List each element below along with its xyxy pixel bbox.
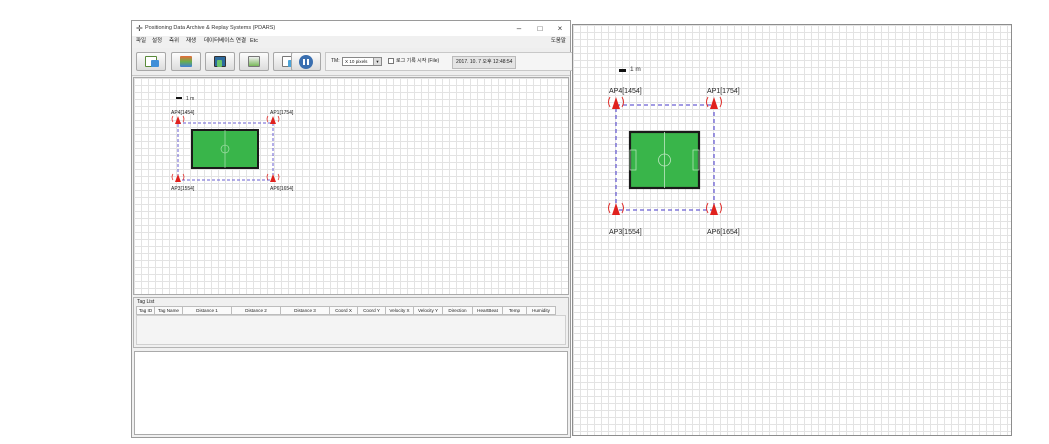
menu-positioning[interactable]: 측위 (169, 36, 179, 47)
menu-bar: 파일 설정 측위 재생 데이터베이스 연결 Etc 도움말 (132, 36, 570, 47)
col-direction[interactable]: Direction (443, 306, 473, 315)
wifi-antenna-icon (175, 116, 181, 124)
ap-label: AP6[1654] (707, 229, 740, 236)
scale-label: 1 m (186, 96, 194, 102)
col-temp[interactable]: Temp (503, 306, 527, 315)
wifi-antenna-icon (612, 97, 620, 109)
log-checkbox[interactable] (388, 58, 394, 64)
toolbar: TM: X 10 pixels ▼ 로그 기록 시작 (File) 2017. … (132, 48, 579, 76)
wifi-antenna-icon (710, 203, 718, 215)
ap-marker-ap1[interactable]: AP1[1754] (706, 88, 740, 109)
wifi-antenna-icon (175, 174, 181, 182)
col-humidity[interactable]: Humidity (527, 306, 556, 315)
import-button[interactable] (239, 52, 269, 71)
pause-icon (299, 55, 313, 69)
import-icon (248, 56, 260, 67)
maximize-button[interactable]: □ (530, 21, 550, 36)
col-distance-1[interactable]: Distance 1 (183, 306, 232, 315)
plus-icon (151, 60, 159, 67)
menu-settings[interactable]: 설정 (152, 36, 162, 47)
wifi-antenna-icon (612, 203, 620, 215)
minimize-button[interactable]: – (509, 21, 529, 36)
ap-marker-ap4[interactable]: AP4[1454] (608, 88, 642, 109)
col-tag-name[interactable]: Tag Name (155, 306, 183, 315)
tm-scale-select[interactable]: X 10 pixels ▼ (342, 57, 382, 66)
ap-label: AP1[1754] (707, 88, 740, 95)
wifi-antenna-icon (710, 97, 718, 109)
tm-label: TM: (331, 58, 340, 64)
wifi-antenna-icon (270, 174, 276, 182)
menu-help[interactable]: 도움말 (551, 36, 566, 47)
ap-marker-ap6[interactable]: AP6[1654] (706, 202, 740, 236)
menu-etc[interactable]: Etc (250, 36, 258, 47)
tm-scale-value: X 10 pixels (345, 59, 368, 64)
zoomed-map-drawing: 1 m AP4[1454] AP1[1754] AP3[1554] AP6[16… (608, 66, 740, 236)
log-checkbox-label: 로그 기록 시작 (File) (396, 58, 440, 64)
ap-marker-ap4[interactable]: AP4[1454] (171, 110, 195, 124)
col-velocity-x[interactable]: Velocity X (386, 306, 414, 315)
layers-icon (180, 56, 192, 67)
menu-file[interactable]: 파일 (136, 36, 146, 47)
ap-label: AP3[1554] (171, 186, 195, 192)
datetime-display: 2017. 10. 7 오후 12:48:54 (452, 56, 517, 69)
tag-table-header: Tag ID Tag Name Distance 1 Distance 2 Di… (136, 306, 556, 315)
ap-label: AP4[1454] (609, 88, 642, 95)
log-panel[interactable] (134, 351, 568, 435)
ap-marker-ap3[interactable]: AP3[1554] (171, 173, 195, 192)
col-coord-x[interactable]: Coord X (330, 306, 358, 315)
col-distance-3[interactable]: Distance 3 (281, 306, 330, 315)
col-coord-y[interactable]: Coord Y (358, 306, 386, 315)
col-heartbeat[interactable]: HeartBeat (473, 306, 503, 315)
col-distance-2[interactable]: Distance 2 (232, 306, 281, 315)
tag-list-title: Tag List (137, 299, 155, 305)
ap-label: AP3[1554] (609, 229, 642, 236)
monitor-button[interactable] (205, 52, 235, 71)
app-window: ✛ Positioning Data Archive & Replay Syst… (131, 20, 579, 438)
col-velocity-y[interactable]: Velocity Y (414, 306, 443, 315)
ap-label: AP1[1754] (270, 110, 294, 116)
options-group: TM: X 10 pixels ▼ 로그 기록 시작 (File) 2017. … (325, 52, 579, 71)
ap-marker-ap6[interactable]: AP6[1654] (266, 173, 294, 192)
menu-database[interactable]: 데이터베이스 연결 (204, 36, 246, 47)
tag-list-panel: Tag List Tag ID Tag Name Distance 1 Dist… (133, 297, 569, 348)
ap-label: AP4[1454] (171, 110, 195, 116)
scale-label: 1 m (630, 66, 641, 73)
map-drawing: 1 m AP4[1454] AP1[1754] AP3[1554] AP6[16… (171, 96, 294, 192)
ap-marker-ap1[interactable]: AP1[1754] (266, 110, 294, 124)
scale-bar (619, 69, 626, 72)
menu-replay[interactable]: 재생 (186, 36, 196, 47)
crosshair-icon: ✛ (136, 24, 143, 33)
close-button[interactable]: × (550, 21, 570, 36)
chevron-down-icon[interactable]: ▼ (373, 58, 381, 65)
tag-table-body[interactable] (136, 315, 566, 345)
title-bar: ✛ Positioning Data Archive & Replay Syst… (132, 21, 570, 36)
zoomed-map-canvas[interactable]: 1 m AP4[1454] AP1[1754] AP3[1554] AP6[16… (572, 24, 1012, 436)
pause-button[interactable] (291, 52, 321, 71)
scale-bar (176, 97, 182, 99)
window-title: Positioning Data Archive & Replay System… (145, 25, 276, 31)
wifi-antenna-icon (270, 116, 276, 124)
ap-marker-ap3[interactable]: AP3[1554] (608, 202, 642, 236)
layers-button[interactable] (171, 52, 201, 71)
ap-label: AP6[1654] (270, 186, 294, 192)
map-canvas[interactable]: 1 m AP4[1454] AP1[1754] AP3[1554] AP6[16… (133, 77, 569, 295)
monitor-screen-icon (217, 60, 222, 67)
new-map-button[interactable] (136, 52, 166, 71)
col-tag-id[interactable]: Tag ID (136, 306, 155, 315)
